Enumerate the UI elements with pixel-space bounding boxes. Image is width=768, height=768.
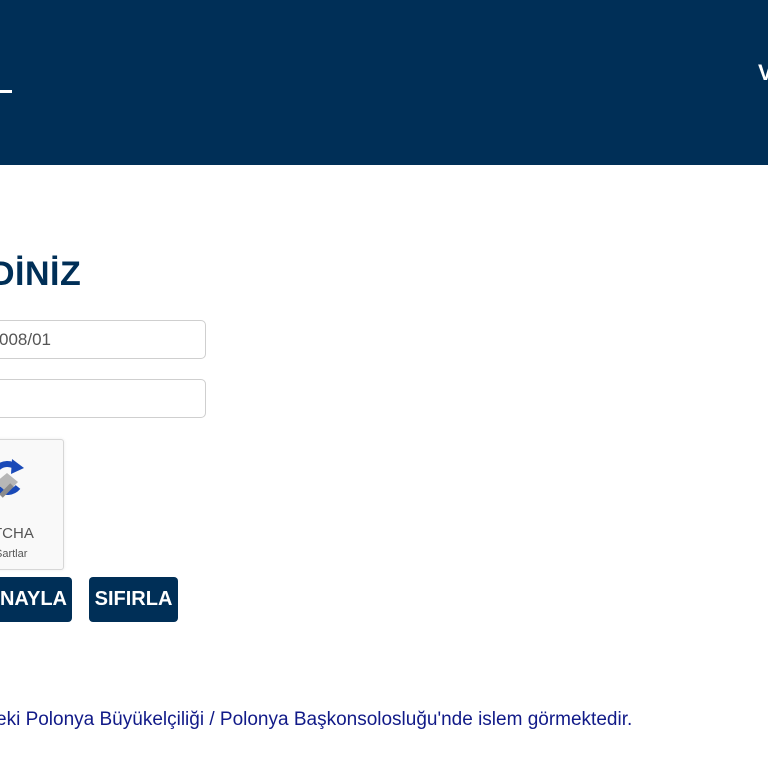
application-status-page: V DİNİZ 008/01 TCHA Şartlar ONAYLA SIFIR… [0, 0, 768, 768]
confirm-button[interactable]: ONAYLA [0, 577, 72, 622]
second-form-field[interactable] [0, 379, 206, 418]
banner-right-mark: V [758, 62, 768, 84]
banner-left-mark [0, 90, 12, 93]
recaptcha-icon [0, 459, 24, 498]
captcha-terms-link[interactable]: Şartlar [0, 548, 63, 561]
top-banner: V [0, 0, 768, 165]
reset-button[interactable]: SIFIRLA [89, 577, 178, 622]
recaptcha-widget[interactable]: TCHA Şartlar [0, 439, 64, 570]
captcha-brand-text: TCHA [0, 525, 34, 542]
form-title: DİNİZ [0, 255, 82, 293]
info-message: eki Polonya Büyükelçiliği / Polonya Başk… [0, 709, 633, 730]
application-number-field[interactable]: 008/01 [0, 320, 206, 359]
